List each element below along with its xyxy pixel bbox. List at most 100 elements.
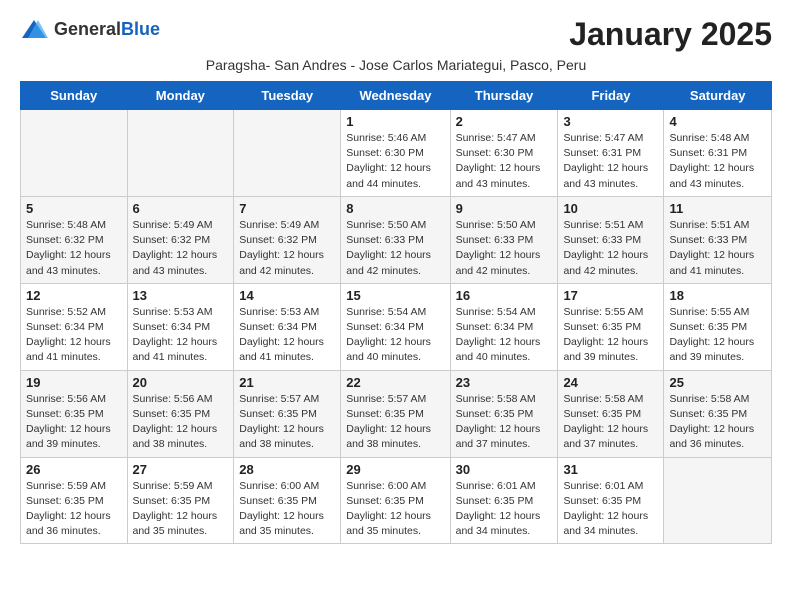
day-info: Sunrise: 6:01 AMSunset: 6:35 PMDaylight:… — [456, 479, 553, 540]
col-friday: Friday — [558, 82, 664, 110]
table-row: 13 Sunrise: 5:53 AMSunset: 6:34 PMDayligh… — [127, 283, 234, 370]
table-row: 18 Sunrise: 5:55 AMSunset: 6:35 PMDayligh… — [664, 283, 772, 370]
table-row: 1 Sunrise: 5:46 AMSunset: 6:30 PMDaylight… — [341, 110, 450, 197]
day-info: Sunrise: 5:47 AMSunset: 6:31 PMDaylight:… — [563, 131, 658, 192]
table-row: 5Sunrise: 5:48 AMSunset: 6:32 PMDaylight… — [21, 196, 128, 283]
table-row: 9Sunrise: 5:50 AMSunset: 6:33 PMDaylight… — [450, 196, 558, 283]
table-row: 28 Sunrise: 6:00 AMSunset: 6:35 PMDayligh… — [234, 457, 341, 544]
day-info: Sunrise: 5:56 AMSunset: 6:35 PMDaylight:… — [133, 392, 229, 453]
logo: GeneralBlue — [20, 16, 160, 44]
day-number: 7 — [239, 201, 335, 216]
day-number: 5 — [26, 201, 122, 216]
calendar-page: GeneralBlue January 2025 Paragsha- San A… — [0, 0, 792, 564]
day-number: 23 — [456, 375, 553, 390]
day-number: 11 — [669, 201, 766, 216]
col-thursday: Thursday — [450, 82, 558, 110]
table-row: 16Sunrise: 5:54 AMSunset: 6:34 PMDayligh… — [450, 283, 558, 370]
day-info: Sunrise: 5:51 AMSunset: 6:33 PMDaylight:… — [669, 218, 766, 279]
table-row: 7 Sunrise: 5:49 AMSunset: 6:32 PMDaylight… — [234, 196, 341, 283]
day-number: 17 — [563, 288, 658, 303]
day-number: 4 — [669, 114, 766, 129]
day-number: 20 — [133, 375, 229, 390]
table-row: 14Sunrise: 5:53 AMSunset: 6:34 PMDayligh… — [234, 283, 341, 370]
calendar-week-row: 12 Sunrise: 5:52 AMSunset: 6:34 PMDayligh… — [21, 283, 772, 370]
table-row: 24 Sunrise: 5:58 AMSunset: 6:35 PMDayligh… — [558, 370, 664, 457]
col-saturday: Saturday — [664, 82, 772, 110]
day-number: 14 — [239, 288, 335, 303]
day-info: Sunrise: 5:58 AMSunset: 6:35 PMDaylight:… — [563, 392, 658, 453]
day-number: 30 — [456, 462, 553, 477]
table-row: 8 Sunrise: 5:50 AMSunset: 6:33 PMDaylight… — [341, 196, 450, 283]
day-info: Sunrise: 5:49 AMSunset: 6:32 PMDaylight:… — [239, 218, 335, 279]
table-row: 17 Sunrise: 5:55 AMSunset: 6:35 PMDayligh… — [558, 283, 664, 370]
day-info: Sunrise: 5:53 AMSunset: 6:34 PMDaylight:… — [133, 305, 229, 366]
day-info: Sunrise: 5:54 AMSunset: 6:34 PMDaylight:… — [346, 305, 444, 366]
table-row: 15Sunrise: 5:54 AMSunset: 6:34 PMDayligh… — [341, 283, 450, 370]
table-row: 31 Sunrise: 6:01 AMSunset: 6:35 PMDayligh… — [558, 457, 664, 544]
logo-icon — [20, 16, 48, 44]
table-row: 27Sunrise: 5:59 AMSunset: 6:35 PMDayligh… — [127, 457, 234, 544]
day-info: Sunrise: 5:50 AMSunset: 6:33 PMDaylight:… — [346, 218, 444, 279]
header-row: Sunday Monday Tuesday Wednesday Thursday… — [21, 82, 772, 110]
day-info: Sunrise: 5:58 AMSunset: 6:35 PMDaylight:… — [456, 392, 553, 453]
day-info: Sunrise: 5:48 AMSunset: 6:31 PMDaylight:… — [669, 131, 766, 192]
day-number: 19 — [26, 375, 122, 390]
calendar-week-row: 5Sunrise: 5:48 AMSunset: 6:32 PMDaylight… — [21, 196, 772, 283]
day-number: 2 — [456, 114, 553, 129]
day-info: Sunrise: 5:55 AMSunset: 6:35 PMDaylight:… — [669, 305, 766, 366]
day-info: Sunrise: 5:51 AMSunset: 6:33 PMDaylight:… — [563, 218, 658, 279]
day-info: Sunrise: 5:57 AMSunset: 6:35 PMDaylight:… — [346, 392, 444, 453]
day-info: Sunrise: 5:57 AMSunset: 6:35 PMDaylight:… — [239, 392, 335, 453]
subtitle: Paragsha- San Andres - Jose Carlos Maria… — [20, 57, 772, 73]
table-row — [21, 110, 128, 197]
day-number: 31 — [563, 462, 658, 477]
logo-text: GeneralBlue — [54, 20, 160, 40]
table-row: 2 Sunrise: 5:47 AMSunset: 6:30 PMDaylight… — [450, 110, 558, 197]
day-number: 3 — [563, 114, 658, 129]
day-info: Sunrise: 5:49 AMSunset: 6:32 PMDaylight:… — [133, 218, 229, 279]
table-row: 12 Sunrise: 5:52 AMSunset: 6:34 PMDayligh… — [21, 283, 128, 370]
day-number: 12 — [26, 288, 122, 303]
day-number: 1 — [346, 114, 444, 129]
calendar-week-row: 1 Sunrise: 5:46 AMSunset: 6:30 PMDaylight… — [21, 110, 772, 197]
day-info: Sunrise: 6:00 AMSunset: 6:35 PMDaylight:… — [346, 479, 444, 540]
table-row: 23 Sunrise: 5:58 AMSunset: 6:35 PMDayligh… — [450, 370, 558, 457]
table-row: 10Sunrise: 5:51 AMSunset: 6:33 PMDayligh… — [558, 196, 664, 283]
table-row: 26Sunrise: 5:59 AMSunset: 6:35 PMDayligh… — [21, 457, 128, 544]
table-row: 19Sunrise: 5:56 AMSunset: 6:35 PMDayligh… — [21, 370, 128, 457]
logo-blue: Blue — [121, 19, 160, 39]
day-number: 13 — [133, 288, 229, 303]
day-number: 6 — [133, 201, 229, 216]
table-row: 3 Sunrise: 5:47 AMSunset: 6:31 PMDaylight… — [558, 110, 664, 197]
day-info: Sunrise: 6:01 AMSunset: 6:35 PMDaylight:… — [563, 479, 658, 540]
day-number: 8 — [346, 201, 444, 216]
day-number: 29 — [346, 462, 444, 477]
day-info: Sunrise: 5:59 AMSunset: 6:35 PMDaylight:… — [26, 479, 122, 540]
day-info: Sunrise: 5:52 AMSunset: 6:34 PMDaylight:… — [26, 305, 122, 366]
table-row: 22 Sunrise: 5:57 AMSunset: 6:35 PMDayligh… — [341, 370, 450, 457]
day-info: Sunrise: 6:00 AMSunset: 6:35 PMDaylight:… — [239, 479, 335, 540]
col-tuesday: Tuesday — [234, 82, 341, 110]
day-info: Sunrise: 5:59 AMSunset: 6:35 PMDaylight:… — [133, 479, 229, 540]
logo-general: General — [54, 19, 121, 39]
day-info: Sunrise: 5:47 AMSunset: 6:30 PMDaylight:… — [456, 131, 553, 192]
day-info: Sunrise: 5:46 AMSunset: 6:30 PMDaylight:… — [346, 131, 444, 192]
table-row — [234, 110, 341, 197]
col-wednesday: Wednesday — [341, 82, 450, 110]
header: GeneralBlue January 2025 — [20, 16, 772, 53]
day-number: 24 — [563, 375, 658, 390]
table-row: 29 Sunrise: 6:00 AMSunset: 6:35 PMDayligh… — [341, 457, 450, 544]
table-row: 11 Sunrise: 5:51 AMSunset: 6:33 PMDayligh… — [664, 196, 772, 283]
table-row: 4 Sunrise: 5:48 AMSunset: 6:31 PMDaylight… — [664, 110, 772, 197]
table-row — [664, 457, 772, 544]
day-number: 28 — [239, 462, 335, 477]
table-row: 30 Sunrise: 6:01 AMSunset: 6:35 PMDayligh… — [450, 457, 558, 544]
day-number: 21 — [239, 375, 335, 390]
day-number: 22 — [346, 375, 444, 390]
calendar-table: Sunday Monday Tuesday Wednesday Thursday… — [20, 81, 772, 544]
day-info: Sunrise: 5:54 AMSunset: 6:34 PMDaylight:… — [456, 305, 553, 366]
day-number: 18 — [669, 288, 766, 303]
table-row: 21 Sunrise: 5:57 AMSunset: 6:35 PMDayligh… — [234, 370, 341, 457]
day-info: Sunrise: 5:55 AMSunset: 6:35 PMDaylight:… — [563, 305, 658, 366]
table-row — [127, 110, 234, 197]
